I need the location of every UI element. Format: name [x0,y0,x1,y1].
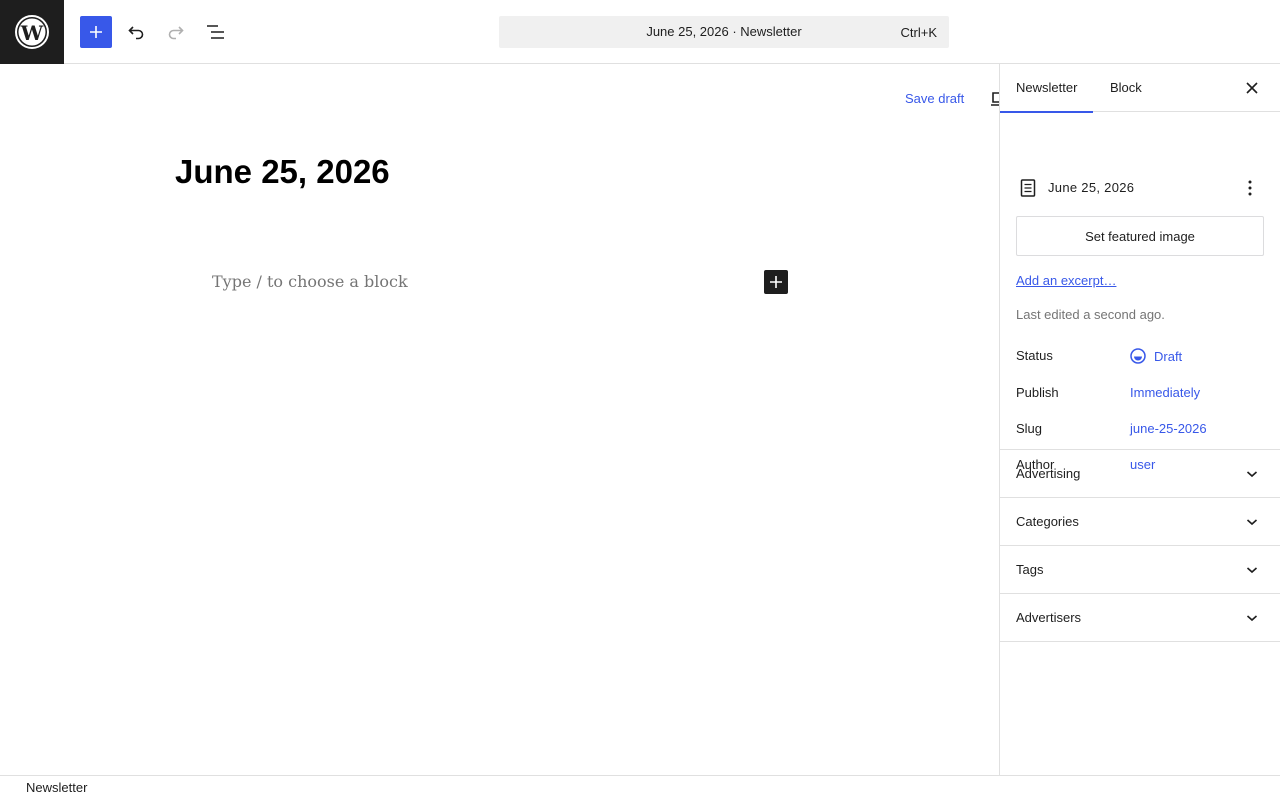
plus-icon [770,276,782,288]
panel-categories[interactable]: Categories [1000,498,1280,546]
publish-value-button[interactable]: Immediately [1130,385,1200,400]
redo-button[interactable] [160,16,192,48]
editor-footer: Newsletter [0,775,1280,800]
wordpress-logo-button[interactable]: W [0,0,64,64]
panel-advertisers[interactable]: Advertisers [1000,594,1280,642]
set-featured-image-button[interactable]: Set featured image [1016,216,1264,256]
tab-newsletter[interactable]: Newsletter [1000,64,1094,113]
chevron-down-icon [1246,567,1258,574]
more-vertical-icon [1248,180,1252,196]
status-value-button[interactable]: Draft [1130,348,1182,364]
post-card-title: June 25, 2026 [1048,180,1135,195]
redo-icon [168,26,184,40]
save-draft-button[interactable]: Save draft [905,91,964,106]
block-inserter-toggle[interactable] [80,16,112,48]
document-overview-button[interactable] [200,16,232,48]
block-placeholder[interactable]: Type / to choose a block [212,272,408,291]
status-label: Status [1016,348,1053,363]
panel-title-tags: Tags [1016,562,1044,577]
panel-advertising[interactable]: Advertising [1000,450,1280,498]
chevron-down-icon [1246,471,1258,478]
post-actions-button[interactable] [1238,176,1262,200]
close-sidebar-button[interactable] [1240,76,1264,100]
meta-row-publish: Publish Immediately [1016,385,1266,405]
panel-title-advertisers: Advertisers [1016,610,1082,625]
panel-tags[interactable]: Tags [1000,546,1280,594]
add-excerpt-link[interactable]: Add an excerpt… [1016,273,1116,288]
slug-value-button[interactable]: june-25-2026 [1130,421,1207,436]
last-edited-text: Last edited a second ago. [1016,307,1165,322]
block-breadcrumb[interactable]: Newsletter [26,780,87,795]
wordpress-logo-icon: W [15,15,49,49]
sidebar-tabs: Newsletter Block [1000,64,1280,113]
panel-title-categories: Categories [1016,514,1079,529]
slug-label: Slug [1016,421,1043,436]
settings-sidebar: Newsletter Block June 25, 2026 Set featu… [999,64,1280,775]
desktop-preview-icon[interactable] [990,89,999,109]
panel-title-advertising: Advertising [1016,466,1081,481]
publish-label: Publish [1016,385,1059,400]
status-value: Draft [1154,348,1183,364]
document-overview-icon [207,25,224,39]
chevron-down-icon [1246,615,1258,622]
draft-status-icon [1130,348,1146,364]
close-icon [1246,82,1258,94]
editor-header: W June 25, 2026 · Newsletter Ctrl+K [0,0,1280,64]
document-title-bar: June 25, 2026 · Newsletter [646,24,802,39]
svg-text:W: W [20,21,44,45]
command-shortcut: Ctrl+K [900,25,937,40]
plus-icon [90,26,102,38]
post-title[interactable]: June 25, 2026 [175,153,390,191]
inline-block-inserter-button[interactable] [764,270,788,294]
post-summary-panel: June 25, 2026 Set featured image Add an … [1000,112,1280,472]
meta-row-status: Status Draft [1016,348,1266,368]
meta-row-slug: Slug june-25-2026 [1016,421,1266,441]
editor-canvas[interactable]: Save draft June 25, 2026 Type / to choos… [0,65,999,775]
chevron-down-icon [1246,519,1258,526]
tab-block[interactable]: Block [1094,64,1158,112]
undo-icon [128,26,144,40]
post-document-icon [1020,179,1036,197]
command-palette-bar[interactable]: June 25, 2026 · Newsletter Ctrl+K [499,16,949,48]
undo-button[interactable] [120,16,152,48]
